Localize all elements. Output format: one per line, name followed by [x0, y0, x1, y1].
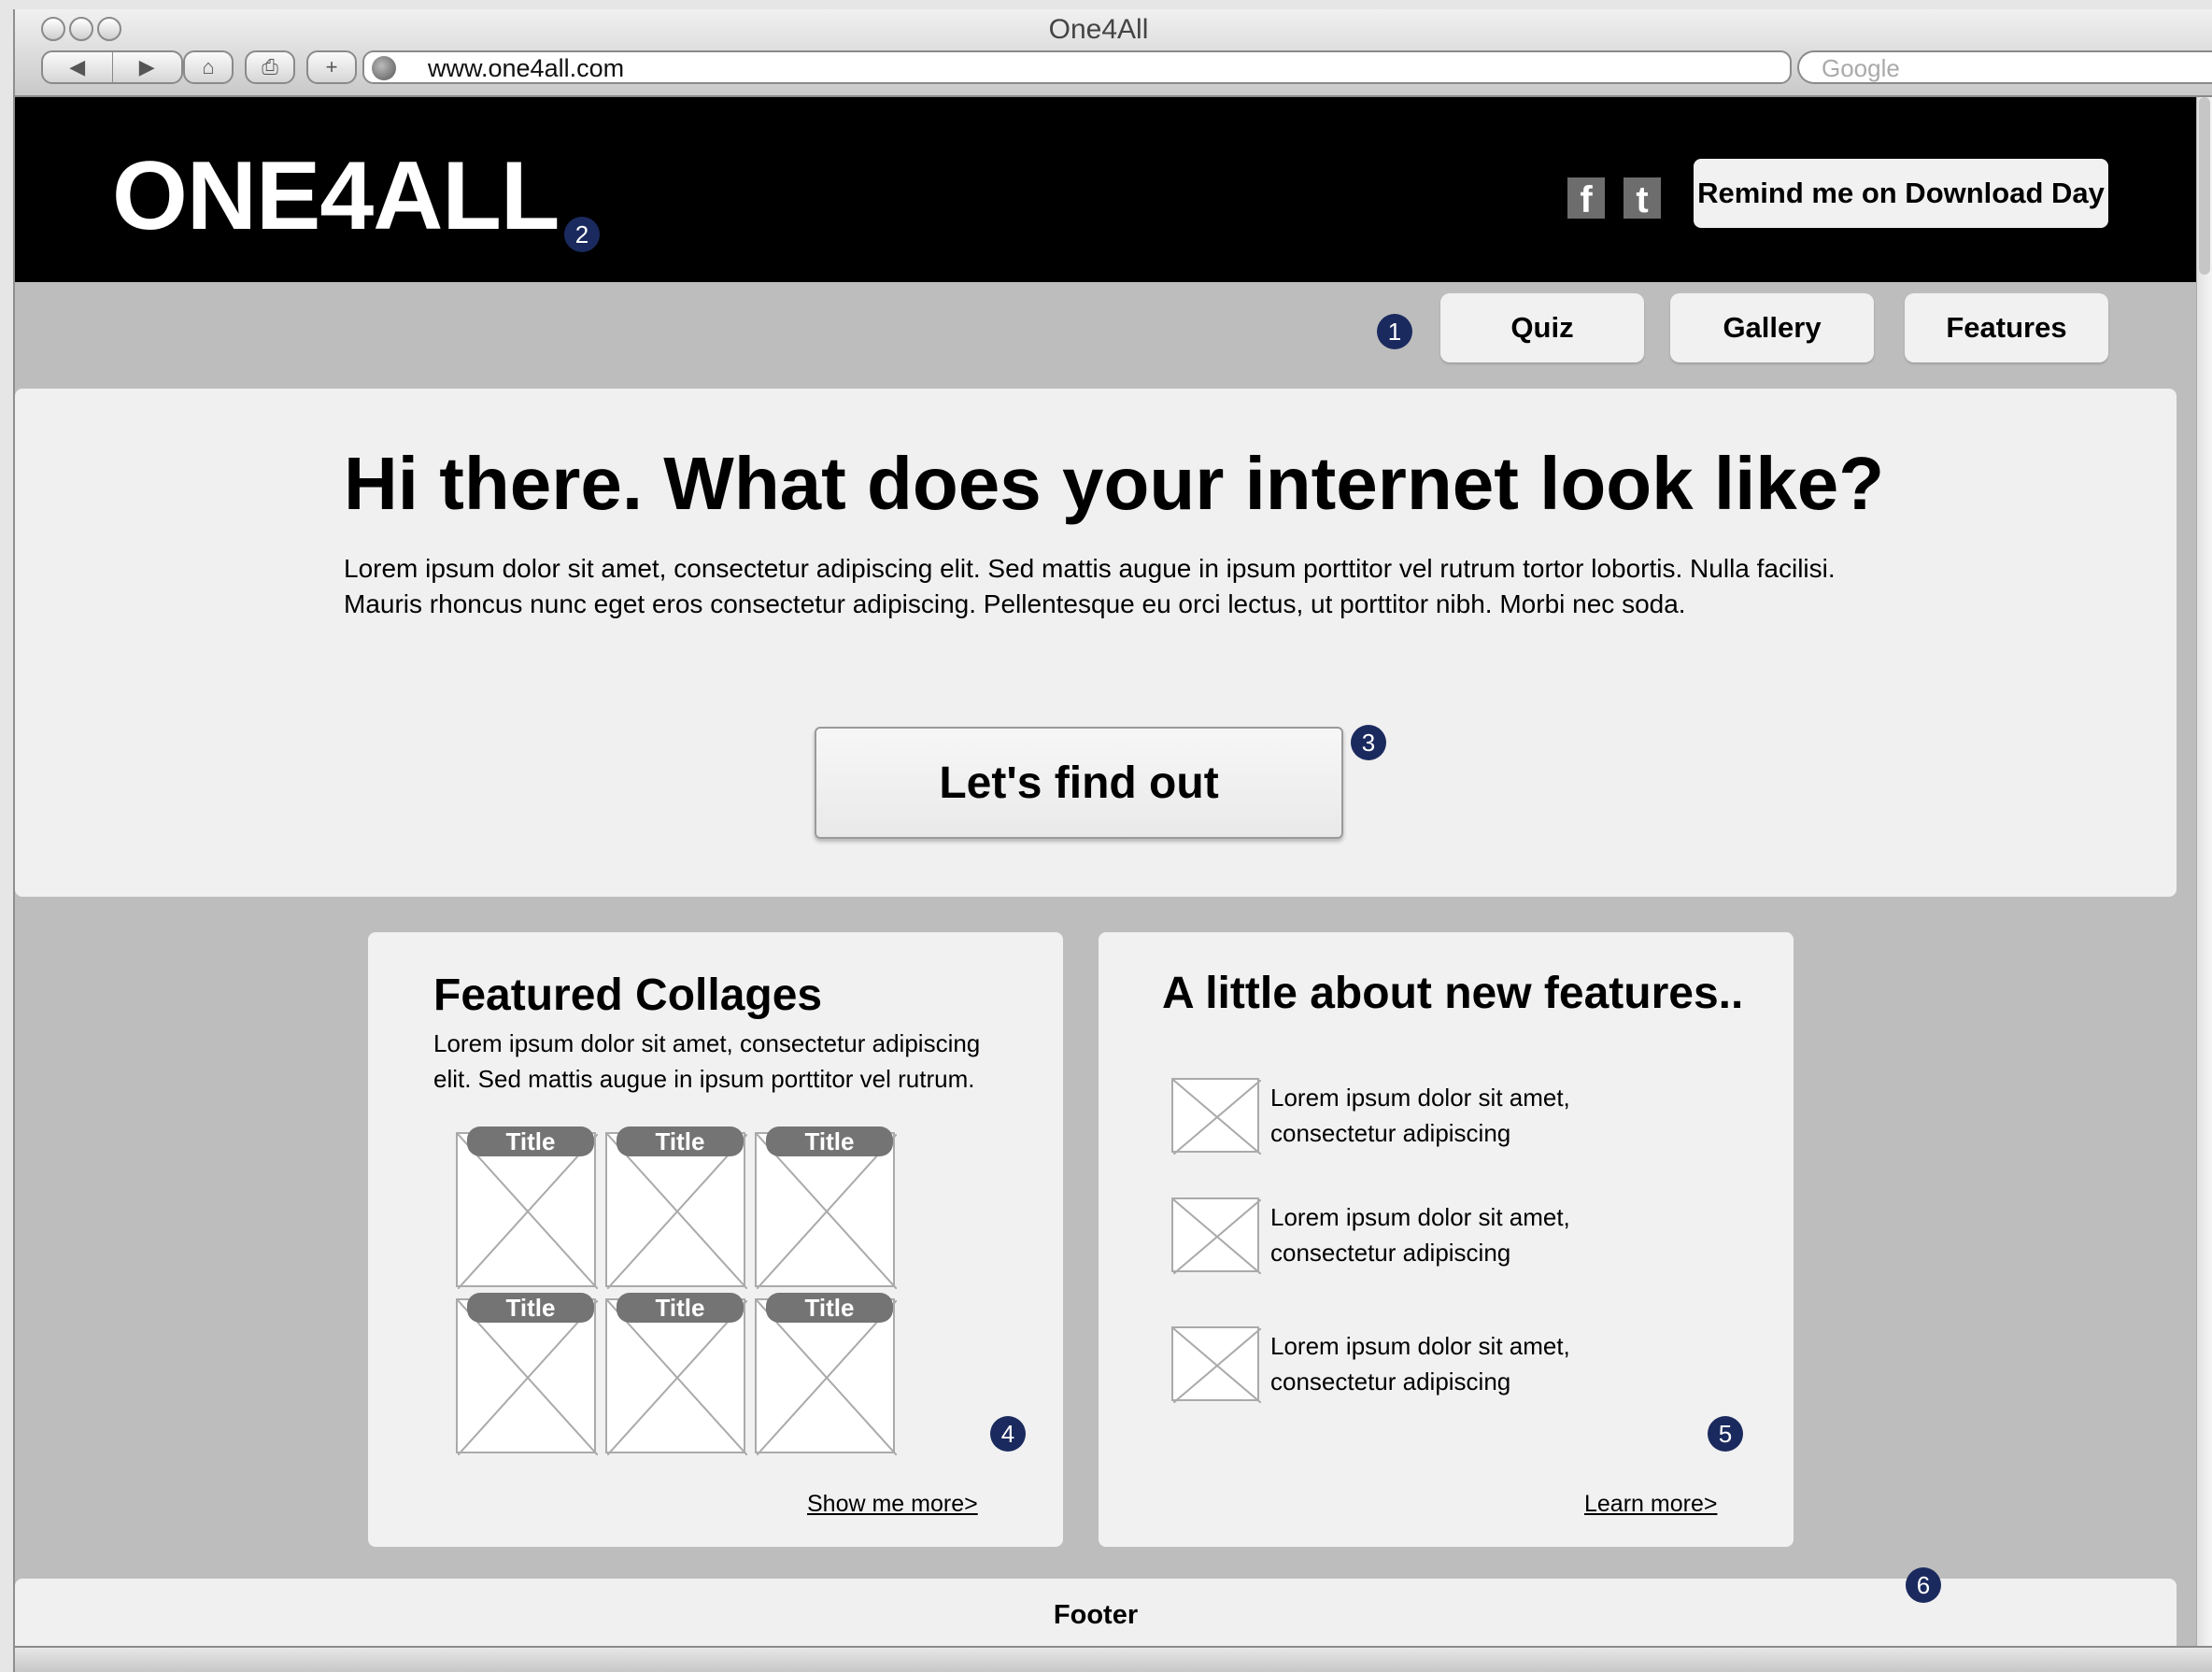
- collage-thumbnail[interactable]: Title: [605, 1293, 747, 1455]
- browser-toolbar: One4All ◀ ▶ ⌂ ⎙ + www.one4all.com Google: [15, 9, 2212, 97]
- collage-title: Title: [617, 1293, 744, 1323]
- back-icon[interactable]: ◀: [43, 52, 113, 82]
- collages-title: Featured Collages: [433, 971, 823, 1020]
- back-forward-group: ◀ ▶: [41, 50, 183, 84]
- feature-image: [1171, 1197, 1261, 1274]
- image-placeholder-icon: [757, 1300, 897, 1455]
- collage-title: Title: [467, 1293, 594, 1323]
- annotation-marker-2: 2: [564, 217, 600, 252]
- collage-thumbnail[interactable]: Title: [755, 1293, 897, 1455]
- url-text: www.one4all.com: [428, 54, 625, 82]
- collages-text: Lorem ipsum dolor sit amet, consectetur …: [433, 1029, 981, 1093]
- tab-features[interactable]: Features: [1905, 293, 2108, 362]
- tab-quiz[interactable]: Quiz: [1440, 293, 1644, 362]
- collage-title: Title: [617, 1126, 744, 1156]
- search-placeholder: Google: [1822, 54, 1900, 82]
- feature-text-line1: Lorem ipsum dolor sit amet,: [1270, 1203, 1570, 1231]
- hero-panel: Hi there. What does your internet look l…: [15, 389, 2177, 897]
- image-placeholder-icon: [458, 1300, 598, 1455]
- lets-find-out-button[interactable]: Let's find out: [815, 727, 1343, 839]
- feature-item[interactable]: Lorem ipsum dolor sit amet, consectetur …: [1171, 1326, 1751, 1405]
- hero-text: Lorem ipsum dolor sit amet, consectetur …: [344, 554, 1836, 618]
- browser-window: One4All ◀ ▶ ⌂ ⎙ + www.one4all.com Google…: [13, 9, 2212, 1672]
- feature-item[interactable]: Lorem ipsum dolor sit amet, consectetur …: [1171, 1197, 1751, 1276]
- collage-thumbnail[interactable]: Title: [755, 1126, 897, 1289]
- site-logo[interactable]: ONE4ALL: [112, 148, 560, 245]
- show-more-link[interactable]: Show me more>: [807, 1491, 978, 1518]
- image-placeholder-icon: [1173, 1328, 1261, 1403]
- collage-title: Title: [467, 1126, 594, 1156]
- print-button-frame: ⎙: [245, 50, 295, 84]
- feature-text: Lorem ipsum dolor sit amet, consectetur …: [1270, 1328, 1570, 1399]
- add-bookmark-icon[interactable]: +: [308, 52, 355, 82]
- site-footer: Footer: [15, 1579, 2177, 1651]
- site-header: ONE4ALL 2 f t Remind me on Download Day: [15, 97, 2197, 282]
- feature-image: [1171, 1078, 1261, 1155]
- vertical-scrollbar[interactable]: [2196, 97, 2212, 1672]
- feature-item[interactable]: Lorem ipsum dolor sit amet, consectetur …: [1171, 1078, 1751, 1156]
- add-bookmark-frame: +: [306, 50, 357, 84]
- image-placeholder-icon: [1173, 1199, 1261, 1274]
- feature-image: [1171, 1326, 1261, 1403]
- home-button-frame: ⌂: [183, 50, 234, 84]
- feature-text-line2: consectetur adipiscing: [1270, 1119, 1511, 1147]
- collage-thumbnail[interactable]: Title: [456, 1126, 598, 1289]
- collage-thumbnail[interactable]: Title: [605, 1126, 747, 1289]
- annotation-marker-5: 5: [1708, 1416, 1743, 1452]
- image-placeholder-icon: [757, 1134, 897, 1289]
- collage-title: Title: [766, 1126, 893, 1156]
- browser-status-bar: [15, 1646, 2212, 1672]
- new-features-card: A little about new features.. Lorem ipsu…: [1099, 932, 1794, 1547]
- remind-download-button[interactable]: Remind me on Download Day: [1694, 159, 2108, 228]
- collage-title: Title: [766, 1293, 893, 1323]
- image-placeholder-icon: [607, 1300, 747, 1455]
- globe-icon: [372, 56, 396, 80]
- facebook-icon[interactable]: f: [1567, 177, 1605, 220]
- twitter-icon[interactable]: t: [1624, 177, 1661, 220]
- feature-text: Lorem ipsum dolor sit amet, consectetur …: [1270, 1080, 1570, 1151]
- featured-collages-card: Featured Collages Lorem ipsum dolor sit …: [368, 932, 1063, 1547]
- image-placeholder-icon: [1173, 1080, 1261, 1155]
- feature-text-line2: consectetur adipiscing: [1270, 1239, 1511, 1267]
- image-placeholder-icon: [607, 1134, 747, 1289]
- image-placeholder-icon: [458, 1134, 598, 1289]
- learn-more-link[interactable]: Learn more>: [1584, 1491, 1717, 1518]
- annotation-marker-1: 1: [1377, 314, 1412, 349]
- print-icon[interactable]: ⎙: [247, 52, 293, 82]
- features-title: A little about new features..: [1162, 969, 1744, 1018]
- annotation-marker-6: 6: [1906, 1567, 1941, 1603]
- scroll-thumb[interactable]: [2199, 97, 2210, 275]
- feature-text-line2: consectetur adipiscing: [1270, 1367, 1511, 1396]
- home-icon[interactable]: ⌂: [185, 52, 232, 82]
- address-bar[interactable]: www.one4all.com: [362, 50, 1792, 84]
- annotation-marker-4: 4: [990, 1416, 1026, 1452]
- annotation-marker-3: 3: [1351, 725, 1386, 760]
- hero-heading: Hi there. What does your internet look l…: [344, 442, 1885, 525]
- page-viewport: ONE4ALL 2 f t Remind me on Download Day …: [15, 97, 2197, 1657]
- feature-text: Lorem ipsum dolor sit amet, consectetur …: [1270, 1199, 1570, 1270]
- search-field[interactable]: Google: [1797, 50, 2212, 84]
- feature-text-line1: Lorem ipsum dolor sit amet,: [1270, 1084, 1570, 1112]
- forward-icon[interactable]: ▶: [113, 52, 182, 82]
- tab-gallery[interactable]: Gallery: [1670, 293, 1874, 362]
- collage-thumbnail[interactable]: Title: [456, 1293, 598, 1455]
- window-title: One4All: [1048, 14, 1149, 45]
- feature-text-line1: Lorem ipsum dolor sit amet,: [1270, 1332, 1570, 1360]
